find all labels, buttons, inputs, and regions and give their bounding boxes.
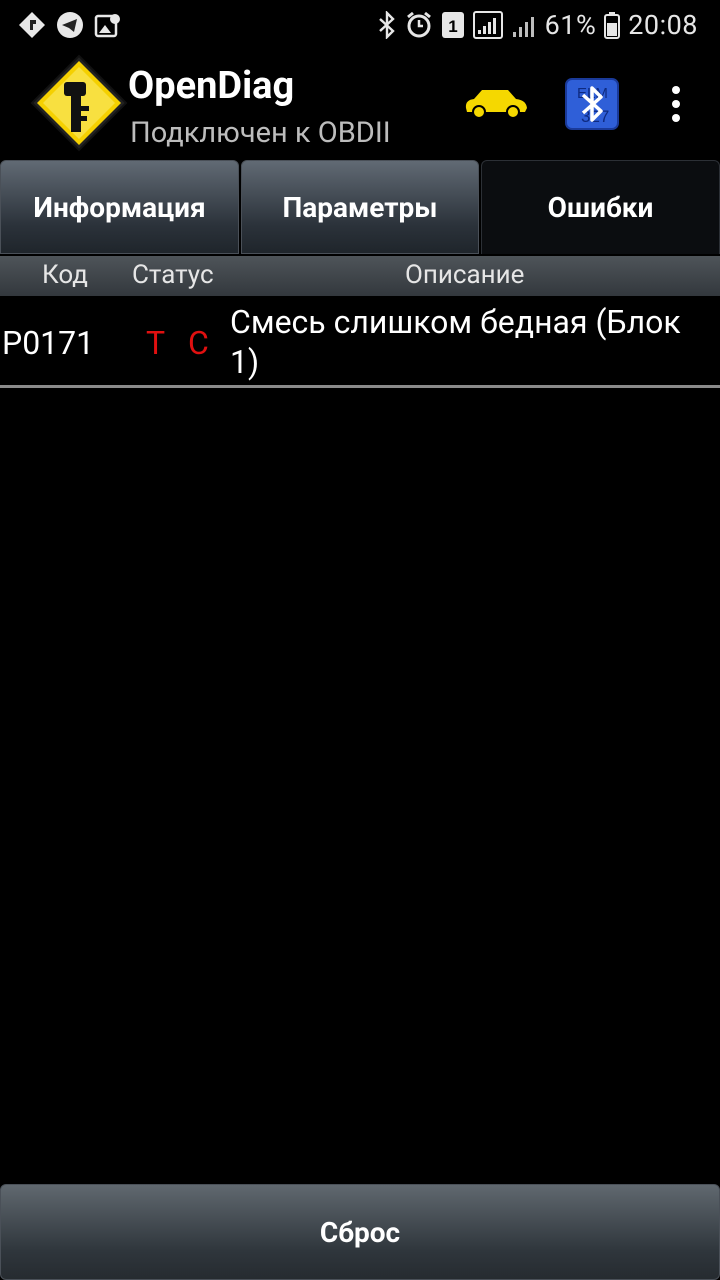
app-logo-key-icon[interactable] [30,54,128,152]
bluetooth-elm327-icon[interactable]: ELM 327 [565,78,619,130]
error-description: Смесь слишком бедная (Блок 1) [230,303,681,381]
tab-errors[interactable]: Ошибки [481,160,720,254]
battery-icon [604,11,621,39]
error-status-c: C [188,324,209,362]
action-bar: OpenDiag Подключен к OBDII ELM 327 [0,50,720,160]
tab-information[interactable]: Информация [0,160,239,254]
telegram-icon [56,11,84,39]
bluetooth-icon [377,11,397,39]
row-divider [0,385,720,388]
reset-button[interactable]: Сброс [0,1184,720,1280]
gallery-location-icon [94,11,122,39]
battery-percent: 61% [544,9,597,41]
clock: 20:08 [628,9,698,41]
sim-1-icon: 1 [441,11,465,39]
header-status: Статус [132,260,214,290]
overflow-menu-icon[interactable] [664,84,688,124]
alarm-icon [405,11,433,39]
error-code: P0171 [2,324,95,362]
table-header: Код Статус Описание [0,256,720,296]
tab-parameters[interactable]: Параметры [241,160,479,254]
signal-1-icon [472,11,503,39]
status-bar: 1 61% 20:08 [0,0,720,50]
header-description: Описание [405,260,525,290]
tab-bar: Информация Параметры Ошибки [0,160,720,256]
header-code: Код [42,260,88,290]
navigation-warning-icon [18,11,46,39]
table-row[interactable]: P0171 T C Смесь слишком бедная (Блок 1) [0,296,720,388]
app-title: OpenDiag [128,64,295,108]
svg-text:1: 1 [448,17,457,36]
error-status-t: T [146,324,166,362]
connection-status: Подключен к OBDII [130,116,391,150]
signal-2-icon [511,11,537,39]
car-icon[interactable] [462,86,530,120]
